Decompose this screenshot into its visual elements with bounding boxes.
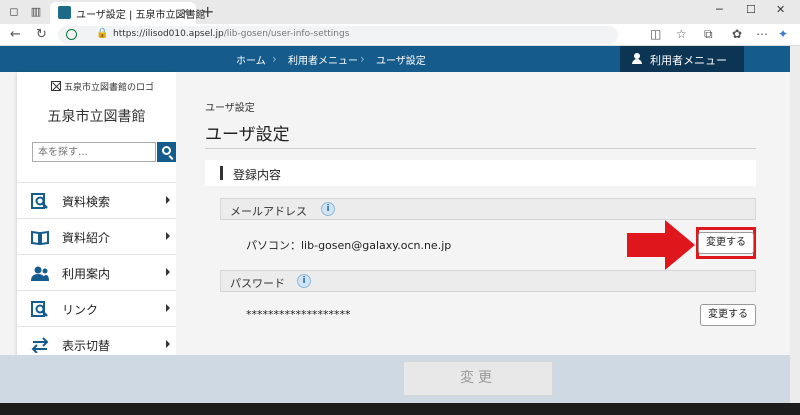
- sidebar-item-label: 利用案内: [62, 267, 111, 281]
- email-change-button[interactable]: 変更する: [698, 232, 754, 254]
- library-name: 五泉市立図書館: [47, 109, 146, 125]
- breadcrumb-current: ユーザ設定: [376, 56, 426, 67]
- search-icon: [162, 146, 171, 155]
- favorites-icon[interactable]: ☆: [676, 27, 687, 41]
- email-heading: メールアドレス i: [220, 198, 756, 220]
- title-divider: [205, 148, 756, 149]
- browser-tab-bar: ◻ ▥ ユーザ設定 | 五泉市立図書館 × + ─ ☐ ✕: [0, 0, 800, 24]
- bottom-strip: [0, 403, 800, 415]
- more-menu-icon[interactable]: ⋯: [756, 27, 768, 41]
- new-tab-icon[interactable]: +: [201, 2, 214, 21]
- email-label: メールアドレス: [230, 205, 307, 218]
- chevron-right-icon: [166, 196, 170, 204]
- people-icon: [31, 266, 49, 281]
- section-marker: [220, 166, 223, 180]
- email-value: パソコン：lib-gosen@galaxy.ocn.ne.jp: [246, 239, 452, 252]
- sidebar-item-search[interactable]: 資料検索: [17, 182, 176, 218]
- link-search-icon: [31, 301, 48, 317]
- url-host: https://ilisod010.apsel.jp: [113, 29, 224, 39]
- password-label: パスワード: [230, 277, 285, 290]
- main-content: ユーザ設定 ユーザ設定 登録内容 メールアドレス i パソコン：lib-gose…: [176, 72, 788, 355]
- copilot-icon[interactable]: ✦: [778, 27, 788, 41]
- sidebar-toggle-icon[interactable]: ▥: [28, 4, 44, 20]
- broken-image-icon: [51, 81, 61, 91]
- swap-arrows-icon: [31, 337, 49, 353]
- info-icon[interactable]: i: [321, 202, 335, 216]
- browser-tab-active[interactable]: ユーザ設定 | 五泉市立図書館 ×: [50, 2, 206, 24]
- tab-close-icon[interactable]: ×: [181, 5, 190, 18]
- search-input[interactable]: [32, 142, 156, 162]
- sidebar-item-label: 表示切替: [62, 339, 111, 353]
- url-text: https://ilisod010.apsel.jp/lib-gosen/use…: [113, 29, 349, 39]
- user-menu-button[interactable]: 利用者メニュー: [620, 46, 744, 72]
- sidebar: 五泉市立図書館のロゴ 五泉市立図書館 資料検索 資料紹介 利用案内: [17, 72, 177, 362]
- split-screen-icon[interactable]: ◫: [650, 27, 661, 41]
- section-heading: 登録内容: [205, 160, 756, 186]
- submit-change-button[interactable]: 変更: [403, 361, 553, 396]
- collections-icon[interactable]: ⧉: [704, 27, 713, 42]
- breadcrumb-user-menu[interactable]: 利用者メニュー: [288, 52, 358, 67]
- red-arrow-icon: [627, 220, 695, 270]
- sidebar-item-label: 資料検索: [62, 195, 111, 209]
- user-icon: [632, 53, 642, 64]
- sidebar-item-label: 資料紹介: [62, 231, 111, 245]
- profile-icon[interactable]: ◻: [6, 4, 22, 20]
- address-bar: ← ↻ 🔒 https://ilisod010.apsel.jp/lib-gos…: [0, 24, 800, 46]
- footer-action-bar: [0, 355, 800, 403]
- breadcrumb-separator: ›: [360, 52, 365, 66]
- section-title: 登録内容: [233, 168, 282, 182]
- password-change-button[interactable]: 変更する: [700, 304, 756, 326]
- scrollbar[interactable]: [790, 46, 800, 403]
- search-button[interactable]: [157, 142, 177, 162]
- sidebar-item-label: リンク: [62, 303, 99, 317]
- chevron-right-icon: [166, 268, 170, 276]
- edge-logo-icon: [66, 29, 77, 40]
- sidebar-item-introduction[interactable]: 資料紹介: [17, 218, 176, 254]
- site-favicon-icon: [58, 6, 71, 19]
- chevron-right-icon: [166, 232, 170, 240]
- info-icon[interactable]: i: [297, 274, 311, 288]
- window-close-icon[interactable]: ✕: [776, 3, 785, 16]
- book-search-icon: [31, 193, 48, 209]
- password-value: *******************: [246, 308, 351, 321]
- password-heading: パスワード i: [220, 270, 756, 292]
- chevron-right-icon: [166, 304, 170, 312]
- sidebar-item-guide[interactable]: 利用案内: [17, 254, 176, 290]
- url-field[interactable]: 🔒 https://ilisod010.apsel.jp/lib-gosen/u…: [58, 26, 618, 44]
- page-title: ユーザ設定: [205, 125, 290, 145]
- breadcrumb-home[interactable]: ホーム: [236, 52, 266, 67]
- minimize-icon[interactable]: ─: [716, 3, 723, 16]
- reload-icon[interactable]: ↻: [36, 27, 47, 42]
- page-subtitle: ユーザ設定: [205, 103, 255, 114]
- user-menu-label: 利用者メニュー: [650, 54, 727, 67]
- maximize-icon[interactable]: ☐: [746, 3, 756, 16]
- open-book-icon: [31, 230, 49, 245]
- extensions-icon[interactable]: ✿: [732, 27, 742, 41]
- breadcrumb-separator: ›: [272, 52, 277, 66]
- sidebar-item-links[interactable]: リンク: [17, 290, 176, 326]
- url-path: /lib-gosen/user-info-settings: [223, 29, 350, 39]
- back-icon[interactable]: ←: [10, 27, 21, 42]
- chevron-right-icon: [166, 340, 170, 348]
- lock-icon[interactable]: 🔒: [96, 28, 108, 39]
- logo-alt-text: 五泉市立図書館のロゴ: [64, 83, 155, 93]
